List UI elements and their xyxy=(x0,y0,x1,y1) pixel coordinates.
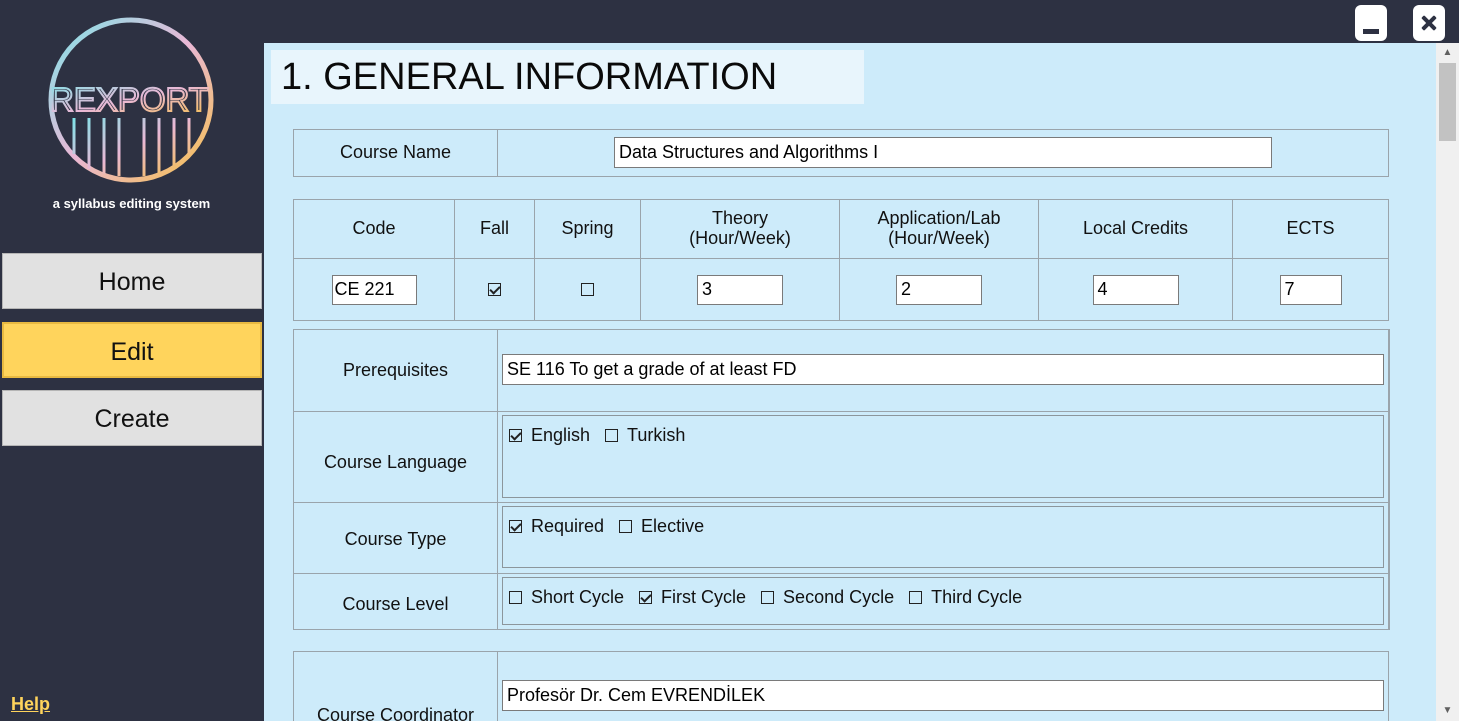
content-panel: 1. GENERAL INFORMATION Course Name Data … xyxy=(264,43,1436,721)
level-option-second-cycle[interactable]: Second Cycle xyxy=(761,587,894,608)
sidebar: REXPORT a syllabus editing system Home E… xyxy=(0,0,263,721)
scroll-down-arrow-icon[interactable]: ▼ xyxy=(1436,701,1459,721)
local-credits-input[interactable]: 4 xyxy=(1092,274,1179,305)
header-theory-label: Theory xyxy=(711,208,769,229)
level-option-first-cycle[interactable]: First Cycle xyxy=(639,587,746,608)
minimize-button[interactable] xyxy=(1355,5,1387,41)
local-credits-cell: 4 xyxy=(1038,258,1233,321)
course-name-row: Course Name Data Structures and Algorith… xyxy=(293,129,1389,177)
logo-text: REXPORT xyxy=(50,81,209,118)
short-cycle-checkbox[interactable] xyxy=(509,591,522,604)
fall-cell xyxy=(454,258,535,321)
level-option-short-cycle[interactable]: Short Cycle xyxy=(509,587,624,608)
type-option-elective[interactable]: Elective xyxy=(619,516,704,537)
spring-cell xyxy=(534,258,641,321)
header-theory-unit: (Hour/Week) xyxy=(689,228,791,248)
scroll-thumb[interactable] xyxy=(1439,63,1456,141)
course-language-options: English Turkish xyxy=(502,415,1384,498)
vertical-scrollbar[interactable]: ▲ ▼ xyxy=(1436,43,1459,721)
details-table: Prerequisites SE 116 To get a grade of a… xyxy=(293,329,1390,630)
english-checkbox[interactable] xyxy=(509,429,522,442)
course-type-options: Required Elective xyxy=(502,506,1384,568)
language-option-english[interactable]: English xyxy=(509,425,590,446)
header-code: Code xyxy=(293,199,455,259)
course-name-input[interactable]: Data Structures and Algorithms I xyxy=(614,137,1272,168)
page-title: 1. GENERAL INFORMATION xyxy=(271,50,864,104)
level-option-third-cycle[interactable]: Third Cycle xyxy=(909,587,1022,608)
third-cycle-checkbox[interactable] xyxy=(909,591,923,604)
application-cell: 2 xyxy=(839,258,1039,321)
course-name-label: Course Name xyxy=(293,129,498,177)
language-option-turkish[interactable]: Turkish xyxy=(605,425,685,446)
header-fall: Fall xyxy=(454,199,535,259)
course-level-options: Short Cycle First Cycle Second Cycle Thi… xyxy=(502,577,1384,625)
course-type-label: Course Type xyxy=(293,502,498,574)
header-spring: Spring xyxy=(534,199,641,259)
code-input[interactable]: CE 221 xyxy=(331,274,417,305)
scroll-up-arrow-icon[interactable]: ▲ xyxy=(1436,43,1459,63)
fall-checkbox[interactable] xyxy=(488,283,501,296)
ects-cell: 7 xyxy=(1232,258,1389,321)
header-theory: Theory (Hour/Week) xyxy=(640,199,840,259)
elective-checkbox[interactable] xyxy=(619,520,633,533)
coordinator-table: Course Coordinator Profesör Dr. Cem EVRE… xyxy=(293,651,1389,721)
first-cycle-checkbox[interactable] xyxy=(639,591,653,604)
close-button[interactable] xyxy=(1413,5,1445,41)
required-checkbox[interactable] xyxy=(509,520,522,533)
turkish-checkbox[interactable] xyxy=(605,429,619,442)
prerequisites-label: Prerequisites xyxy=(293,329,498,412)
theory-cell: 3 xyxy=(640,258,840,321)
type-option-required[interactable]: Required xyxy=(509,516,604,537)
ects-input[interactable]: 7 xyxy=(1279,274,1342,305)
header-ects: ECTS xyxy=(1232,199,1389,259)
nav-create-button[interactable]: Create xyxy=(2,390,262,446)
app-logo: REXPORT xyxy=(44,14,224,186)
nav-home-button[interactable]: Home xyxy=(2,253,262,309)
course-coordinator-label: Course Coordinator xyxy=(293,651,498,721)
header-application-label: Application/Lab xyxy=(877,208,1001,229)
spring-checkbox[interactable] xyxy=(581,283,594,296)
theory-input[interactable]: 3 xyxy=(697,274,783,305)
header-application: Application/Lab (Hour/Week) xyxy=(839,199,1039,259)
app-tagline: a syllabus editing system xyxy=(52,196,211,211)
course-level-label: Course Level xyxy=(293,573,498,630)
help-link[interactable]: Help xyxy=(11,694,50,715)
code-cell: CE 221 xyxy=(293,258,455,321)
header-application-unit: (Hour/Week) xyxy=(888,228,990,248)
header-local-credits: Local Credits xyxy=(1038,199,1233,259)
course-language-label: Course Language xyxy=(293,411,498,503)
application-input[interactable]: 2 xyxy=(896,274,982,305)
second-cycle-checkbox[interactable] xyxy=(761,591,775,604)
credits-table: Code Fall Spring Theory (Hour/Week) Appl… xyxy=(293,199,1389,321)
nav-edit-button[interactable]: Edit xyxy=(2,322,262,378)
course-coordinator-input[interactable]: Profesör Dr. Cem EVRENDİLEK xyxy=(502,680,1384,711)
prerequisites-input[interactable]: SE 116 To get a grade of at least FD xyxy=(502,354,1384,385)
